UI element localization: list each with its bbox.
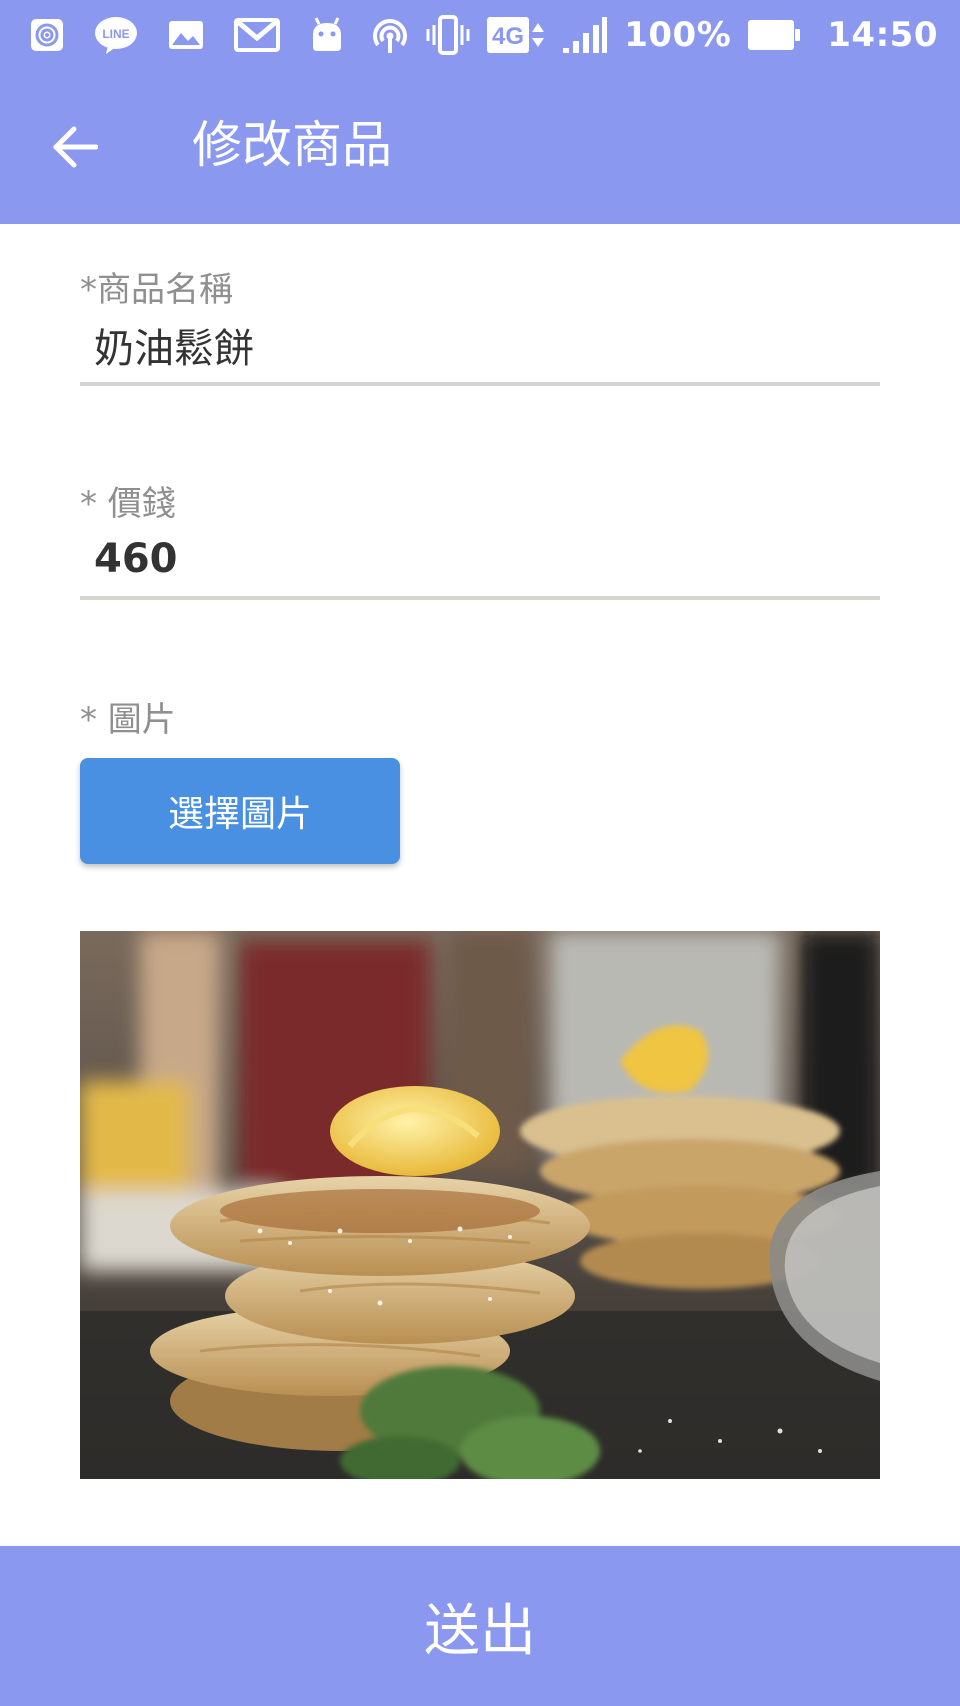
select-image-button[interactable]: 選擇圖片 (80, 758, 400, 864)
system-status: 4G 100% 14:50 (370, 12, 938, 58)
battery-percentage: 100% (624, 15, 732, 55)
clock: 14:50 (827, 15, 938, 55)
product-name-input[interactable] (80, 308, 880, 386)
notification-icons: LINE (30, 12, 344, 58)
gallery-icon (168, 20, 204, 50)
cell-signal-icon (562, 16, 608, 54)
page-title: 修改商品 (192, 116, 392, 174)
gmail-icon (234, 17, 280, 53)
wifi-hotspot-icon (370, 15, 410, 55)
price-label: * 價錢 (80, 484, 176, 524)
back-button[interactable] (40, 112, 110, 182)
arrow-left-icon (53, 126, 98, 168)
app-bar: 修改商品 (0, 70, 960, 224)
android-icon (310, 17, 344, 53)
vibrate-icon (426, 14, 470, 56)
submit-button[interactable]: 送出 (0, 1546, 960, 1706)
hotspot-icon (30, 18, 64, 52)
product-image (80, 931, 880, 1479)
product-name-label: *商品名稱 (80, 270, 233, 310)
price-input[interactable] (80, 522, 880, 600)
image-label: * 圖片 (80, 700, 176, 740)
line-app-icon: LINE (94, 15, 138, 55)
battery-icon (747, 18, 801, 52)
network-type-label: 4G (492, 23, 524, 50)
status-bar: LINE 4G 100% 14:50 (0, 0, 960, 70)
signal-4g-icon: 4G (486, 14, 546, 56)
svg-text:LINE: LINE (102, 27, 129, 41)
